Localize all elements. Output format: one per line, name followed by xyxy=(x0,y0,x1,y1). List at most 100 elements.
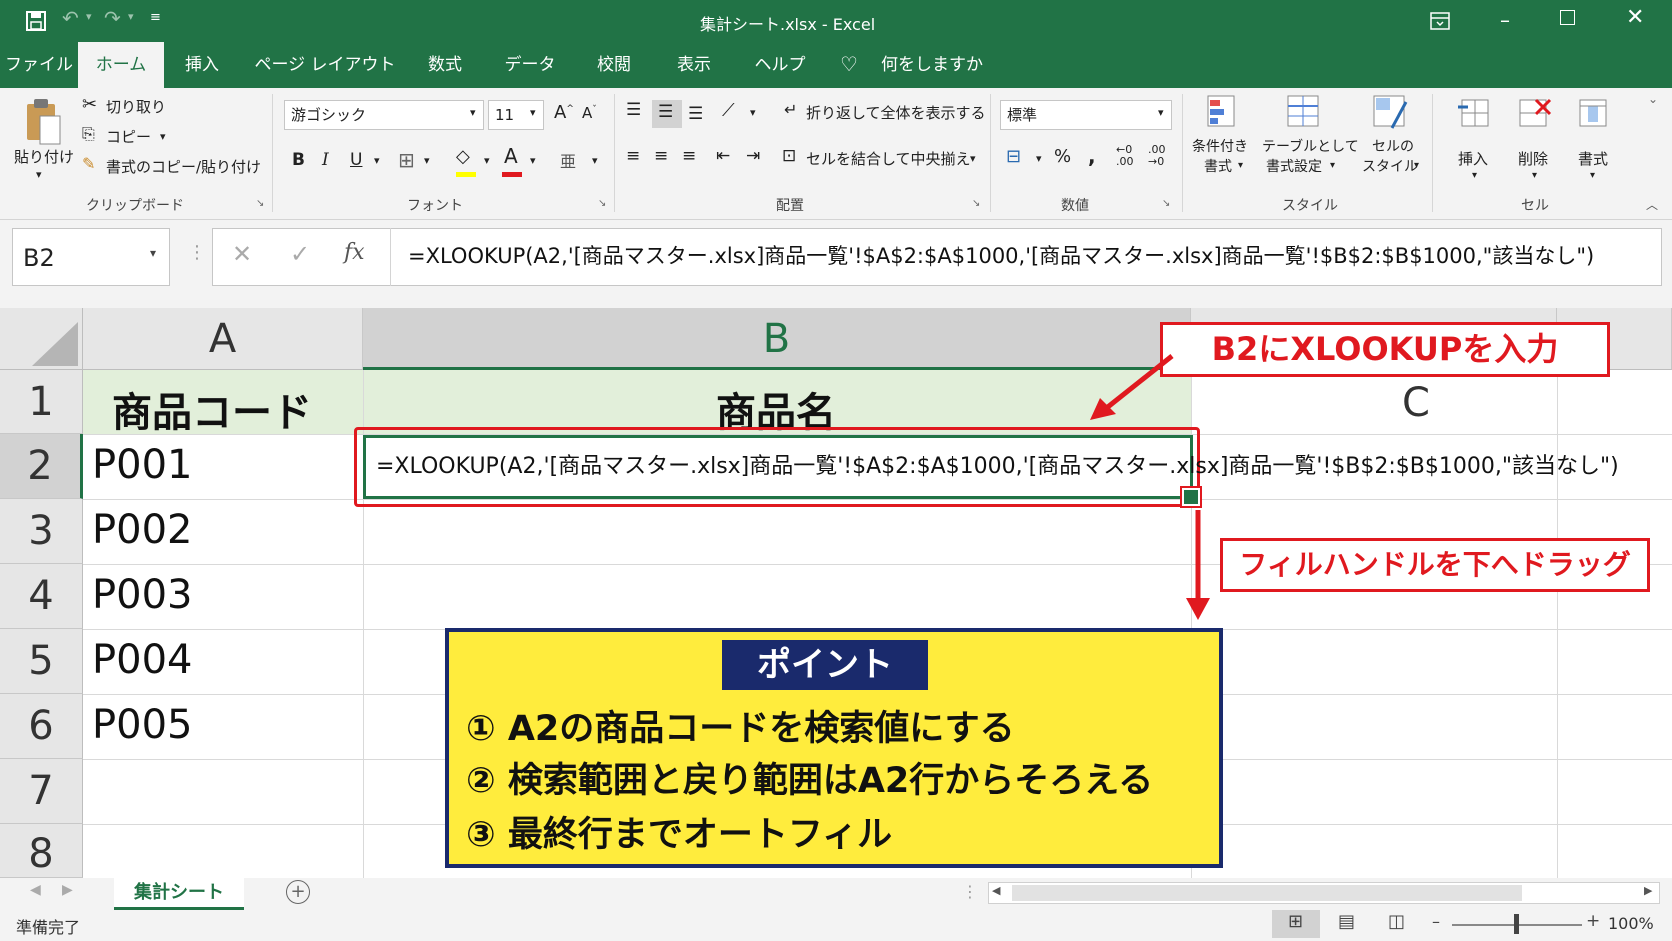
decrease-indent-icon[interactable]: ⇤ xyxy=(716,146,730,166)
cancel-entry-icon[interactable]: ✕ xyxy=(232,240,252,268)
cell-styles-dropdown-icon[interactable]: ▾ xyxy=(1414,160,1419,171)
align-top-icon[interactable]: ☰ xyxy=(626,100,641,120)
align-bottom-icon[interactable]: ☰ xyxy=(688,104,703,124)
align-center-icon[interactable]: ≡ xyxy=(654,146,668,166)
normal-view-icon[interactable]: ⊞ xyxy=(1288,911,1303,932)
number-format-select[interactable]: 標準 xyxy=(1000,100,1172,130)
zoom-slider-thumb[interactable] xyxy=(1514,914,1519,934)
currency-dropdown-icon[interactable]: ▾ xyxy=(1036,152,1042,165)
delete-cells-icon[interactable] xyxy=(1516,96,1552,132)
cell-styles-label-1[interactable]: セルの xyxy=(1372,136,1414,156)
format-as-table-label-2[interactable]: 書式設定 xyxy=(1266,156,1322,176)
undo-icon[interactable]: ↶ xyxy=(62,6,79,30)
format-cells-dropdown-icon[interactable]: ▾ xyxy=(1590,170,1595,181)
tab-formulas[interactable]: 数式 xyxy=(410,42,480,88)
redo-dropdown-icon[interactable]: ▾ xyxy=(128,10,134,23)
cell-a3[interactable]: P002 xyxy=(92,507,192,553)
row-header-3[interactable]: 3 xyxy=(0,499,83,564)
ribbon-display-options-icon[interactable] xyxy=(1430,12,1450,30)
page-layout-view-icon[interactable]: ▤ xyxy=(1338,911,1355,932)
cut-button[interactable]: 切り取り xyxy=(106,96,166,117)
increase-font-icon[interactable]: A^ xyxy=(554,102,574,123)
cell-a2[interactable]: P001 xyxy=(92,442,192,488)
underline-button[interactable]: U xyxy=(350,150,362,170)
maximize-icon[interactable] xyxy=(1560,10,1575,25)
decrease-decimal-icon[interactable]: .00 →0 xyxy=(1148,144,1166,168)
orientation-icon[interactable]: ⟋ xyxy=(722,100,735,121)
cell-a5[interactable]: P004 xyxy=(92,637,192,683)
add-sheet-icon[interactable]: + xyxy=(286,880,310,904)
row-header-6[interactable]: 6 xyxy=(0,694,83,759)
font-launcher-icon[interactable]: ↘ xyxy=(598,198,606,209)
cell-styles-icon[interactable] xyxy=(1372,94,1410,132)
font-color-dropdown-icon[interactable]: ▾ xyxy=(530,154,536,167)
fill-color-dropdown-icon[interactable]: ▾ xyxy=(484,154,490,167)
clipboard-launcher-icon[interactable]: ↘ xyxy=(256,198,264,209)
column-header-a[interactable]: A xyxy=(83,308,363,370)
bold-button[interactable]: B xyxy=(292,150,305,170)
font-size-dropdown-icon[interactable]: ▾ xyxy=(530,106,536,119)
zoom-in-icon[interactable]: + xyxy=(1586,911,1600,931)
merge-center-icon[interactable]: ⊡ xyxy=(782,146,796,166)
insert-function-button[interactable]: fx xyxy=(344,240,365,265)
scissors-icon[interactable]: ✂ xyxy=(82,94,97,115)
merge-dropdown-icon[interactable]: ▾ xyxy=(970,152,976,165)
alignment-launcher-icon[interactable]: ↘ xyxy=(972,198,980,209)
wrap-text-icon[interactable]: ↵ xyxy=(784,100,797,119)
name-box-dropdown-icon[interactable]: ▾ xyxy=(150,246,156,260)
tab-help[interactable]: ヘルプ xyxy=(740,42,820,88)
minimize-icon[interactable]: – xyxy=(1500,8,1510,32)
tell-me-box[interactable]: 何をしますか xyxy=(872,42,992,88)
copy-button[interactable]: コピー xyxy=(106,126,151,147)
cell-b2[interactable]: =XLOOKUP(A2,'[商品マスター.xlsx]商品一覧'!$A$2:$A$… xyxy=(376,448,1619,480)
align-middle-icon[interactable]: ☰ xyxy=(658,102,673,122)
wrap-text-button[interactable]: 折り返して全体を表示する xyxy=(806,102,986,123)
cell-a1[interactable]: 商品コード xyxy=(112,380,312,438)
format-as-table-label-1[interactable]: テーブルとして xyxy=(1262,136,1359,156)
font-name-select[interactable]: 游ゴシック xyxy=(284,100,484,130)
merge-center-button[interactable]: セルを結合して中央揃え xyxy=(806,148,971,169)
conditional-formatting-icon[interactable] xyxy=(1206,94,1240,132)
conditional-formatting-label-1[interactable]: 条件付き xyxy=(1192,136,1248,156)
increase-decimal-icon[interactable]: ←0.00 xyxy=(1116,144,1134,168)
scroll-left-icon[interactable]: ◀ xyxy=(992,884,1000,897)
row-header-4[interactable]: 4 xyxy=(0,564,83,629)
undo-dropdown-icon[interactable]: ▾ xyxy=(86,10,92,23)
orientation-dropdown-icon[interactable]: ▾ xyxy=(750,106,756,119)
row-header-7[interactable]: 7 xyxy=(0,759,83,824)
page-break-view-icon[interactable]: ◫ xyxy=(1388,911,1405,932)
paste-button[interactable]: 貼り付け xyxy=(14,146,74,167)
sheet-next-icon[interactable]: ▶ xyxy=(62,882,73,898)
phonetic-icon[interactable]: 亜 xyxy=(560,148,576,172)
scrollbar-thumb[interactable] xyxy=(1012,885,1522,901)
borders-dropdown-icon[interactable]: ▾ xyxy=(424,154,430,167)
align-right-icon[interactable]: ≡ xyxy=(682,146,696,166)
row-header-2[interactable]: 2 xyxy=(0,434,83,499)
fill-handle[interactable] xyxy=(1180,486,1202,508)
save-icon[interactable] xyxy=(26,11,46,31)
delete-cells-button[interactable]: 削除 xyxy=(1518,148,1548,169)
format-cells-icon[interactable] xyxy=(1576,96,1612,132)
formula-input[interactable]: =XLOOKUP(A2,'[商品マスター.xlsx]商品一覧'!$A$2:$A$… xyxy=(408,240,1594,270)
pin-icon[interactable]: ⌄ xyxy=(1648,92,1658,106)
tab-page-layout[interactable]: ページ レイアウト xyxy=(250,42,400,88)
align-left-icon[interactable]: ≡ xyxy=(626,146,640,166)
row-header-1[interactable]: 1 xyxy=(0,370,83,434)
sheet-tab[interactable]: 集計シート xyxy=(114,878,244,910)
insert-cells-dropdown-icon[interactable]: ▾ xyxy=(1472,170,1477,181)
format-as-table-dropdown-icon[interactable]: ▾ xyxy=(1330,160,1335,171)
conditional-formatting-dropdown-icon[interactable]: ▾ xyxy=(1238,160,1243,171)
tab-view[interactable]: 表示 xyxy=(658,42,730,88)
format-cells-button[interactable]: 書式 xyxy=(1578,148,1608,169)
phonetic-dropdown-icon[interactable]: ▾ xyxy=(592,154,598,167)
name-box[interactable]: B2 xyxy=(12,228,170,286)
tab-review[interactable]: 校閲 xyxy=(578,42,650,88)
tab-insert[interactable]: 挿入 xyxy=(166,42,238,88)
cell-a6[interactable]: P005 xyxy=(92,702,192,748)
tab-home[interactable]: ホーム xyxy=(78,42,164,88)
cell-a4[interactable]: P003 xyxy=(92,572,192,618)
confirm-entry-icon[interactable]: ✓ xyxy=(290,240,310,268)
row-header-8[interactable]: 8 xyxy=(0,824,83,878)
italic-button[interactable]: I xyxy=(322,150,329,170)
column-header-c[interactable]: C xyxy=(1402,380,1430,426)
